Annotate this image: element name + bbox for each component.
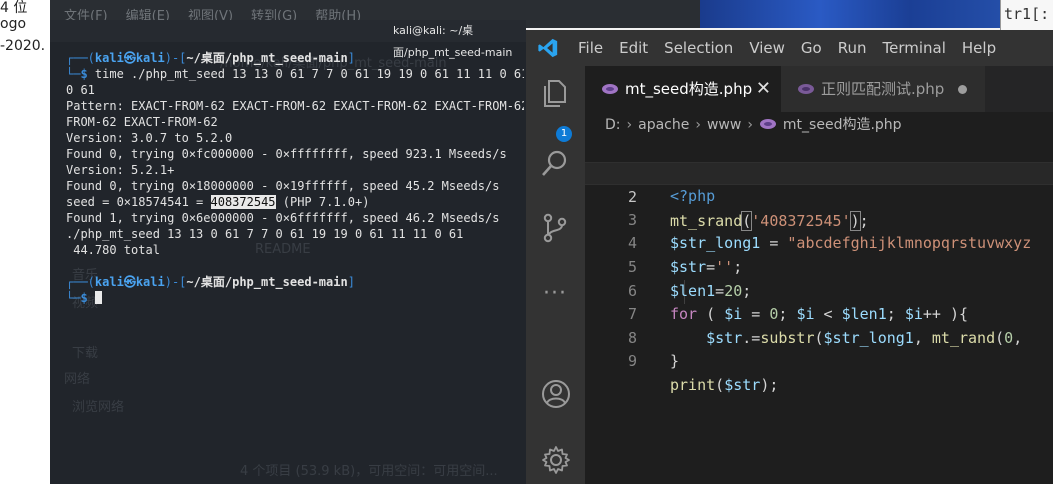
explorer-badge: 1 <box>556 126 572 142</box>
code-editor[interactable]: 1 <?php 2 mt_srand('408372545'); 3 $str_… <box>585 138 1053 484</box>
editor-tabs: mt_seed构造.php ✕ 正则匹配测试.php <box>585 66 1053 112</box>
chevron-right-icon: › <box>626 117 633 133</box>
prompt-user: kali <box>94 51 124 65</box>
menu-view[interactable]: View <box>741 39 793 57</box>
terminal-output-line: Version: 5.2.1+ <box>66 163 175 177</box>
code-line[interactable]: 9 print($str); <box>585 327 1053 394</box>
menu-help[interactable]: Help <box>954 39 1004 57</box>
source-control-icon[interactable] <box>540 212 570 243</box>
background-editor-snippet: tr1[: <box>1000 0 1053 30</box>
settings-gear-icon[interactable] <box>540 444 570 474</box>
activity-bar: 1 ··· <box>526 66 585 484</box>
code-line[interactable]: 3 $str_long1 = "abcdefghijklmnopqrstuvwx… <box>585 185 1053 253</box>
tab-label: mt_seed构造.php <box>625 80 753 98</box>
chevron-right-icon: › <box>695 117 701 133</box>
vscode-logo-icon <box>526 30 570 66</box>
code-token: ); <box>760 375 779 394</box>
terminal-output-line: FROM-62 EXACT-FROM-62 <box>66 115 218 129</box>
code-line[interactable]: 1 <?php <box>585 138 1053 206</box>
terminal-output[interactable]: ┌──(kali㉿kali)-[~/桌面/php_mt_seed-main] └… <box>66 50 524 480</box>
code-line[interactable]: 4 $str=''; <box>585 209 1053 276</box>
terminal-command: time ./php_mt_seed 13 13 0 61 7 7 0 61 1… <box>94 67 524 81</box>
terminal-titlebar[interactable]: kali@kali: ~/桌面/php_mt_seed-main <box>50 20 526 59</box>
php-file-icon <box>798 84 814 94</box>
prompt-dir: ~/桌面/php_mt_seed-main <box>186 51 348 65</box>
menu-terminal[interactable]: Terminal <box>875 39 954 57</box>
explorer-icon[interactable] <box>540 78 570 108</box>
tab-mt-seed[interactable]: mt_seed构造.php ✕ <box>585 66 781 112</box>
seed-suffix: (PHP 7.1.0+) <box>275 195 370 209</box>
menu-selection[interactable]: Selection <box>656 39 741 57</box>
menu-run[interactable]: Run <box>830 39 875 57</box>
background-document: 4 位 ogo -2020. <box>0 0 51 484</box>
prompt-host: kali <box>135 275 165 289</box>
terminal-output-line: Found 0, trying 0×fc000000 - 0×ffffffff,… <box>66 147 507 161</box>
seed-prefix: seed = 0×18574541 = <box>66 195 211 209</box>
close-icon[interactable]: ✕ <box>756 66 771 112</box>
terminal-window[interactable]: kali@kali: ~/桌面/php_mt_seed-main /home/k… <box>50 20 526 484</box>
tab-label: 正则匹配测试.php <box>821 80 945 98</box>
breadcrumb: D: › apache › www › mt_seed构造.php <box>585 112 1053 138</box>
code-token: print <box>670 375 716 394</box>
code-line[interactable]: 8 } <box>585 303 1053 371</box>
breadcrumb-item[interactable]: www <box>707 117 741 133</box>
code-line-current[interactable]: 2 mt_srand('408372545'); <box>585 161 1053 231</box>
unsaved-dot-icon[interactable] <box>958 85 967 94</box>
search-icon[interactable] <box>540 148 570 178</box>
code-line[interactable]: 6 for ( $i = 0; $i < $len1; $i++ ){ <box>585 256 1053 324</box>
seed-value-highlight[interactable]: 408372545 <box>210 195 276 209</box>
terminal-output-line: 44.780 total <box>66 243 160 257</box>
terminal-cursor <box>94 291 102 304</box>
terminal-output-line: Found 1, trying 0×6e000000 - 0×6fffffff,… <box>66 211 500 225</box>
php-file-icon <box>602 84 618 94</box>
more-icon[interactable]: ··· <box>540 283 570 314</box>
breadcrumb-item[interactable]: mt_seed构造.php <box>783 117 902 133</box>
breadcrumb-item[interactable]: D: <box>605 117 621 133</box>
php-file-icon <box>759 119 776 129</box>
terminal-output-line: ./php_mt_seed 13 13 0 61 7 7 0 61 19 19 … <box>66 227 464 241</box>
line-number: 9 <box>627 352 637 371</box>
account-icon[interactable] <box>540 378 570 408</box>
chevron-right-icon: › <box>747 117 753 133</box>
vscode-menubar: File Edit Selection View Go Run Terminal… <box>526 30 1053 66</box>
code-line[interactable]: 7 $str.=substr($str_long1, mt_rand(0, <box>585 280 1053 347</box>
menu-file[interactable]: File <box>570 39 611 57</box>
terminal-output-line: Pattern: EXACT-FROM-62 EXACT-FROM-62 EXA… <box>66 99 524 113</box>
menu-go[interactable]: Go <box>793 39 830 57</box>
terminal-output-line: Found 0, trying 0×18000000 - 0×19ffffff,… <box>66 179 500 193</box>
prompt-dir: ~/桌面/php_mt_seed-main <box>186 275 348 289</box>
breadcrumb-item[interactable]: apache <box>638 117 689 133</box>
menu-edit[interactable]: Edit <box>611 39 656 57</box>
prompt-host: kali <box>135 51 165 65</box>
desktop-background <box>700 0 1000 28</box>
terminal-output-line: 0 61 <box>66 83 95 97</box>
code-token: ( <box>715 375 725 394</box>
terminal-output-line: Version: 3.0.7 to 5.2.0 <box>66 131 233 145</box>
doc-text-line: -2020. <box>0 38 46 54</box>
code-token: } <box>670 352 680 371</box>
code-line[interactable]: 5 $len1=20; <box>585 232 1053 300</box>
tab-regex-test[interactable]: 正则匹配测试.php <box>781 66 985 112</box>
prompt-user: kali <box>94 275 124 289</box>
doc-text-line: ogo <box>0 16 27 32</box>
code-token: $str <box>724 375 761 394</box>
doc-text-line: 4 位 <box>0 0 28 16</box>
vscode-window[interactable]: File Edit Selection View Go Run Terminal… <box>526 30 1053 484</box>
